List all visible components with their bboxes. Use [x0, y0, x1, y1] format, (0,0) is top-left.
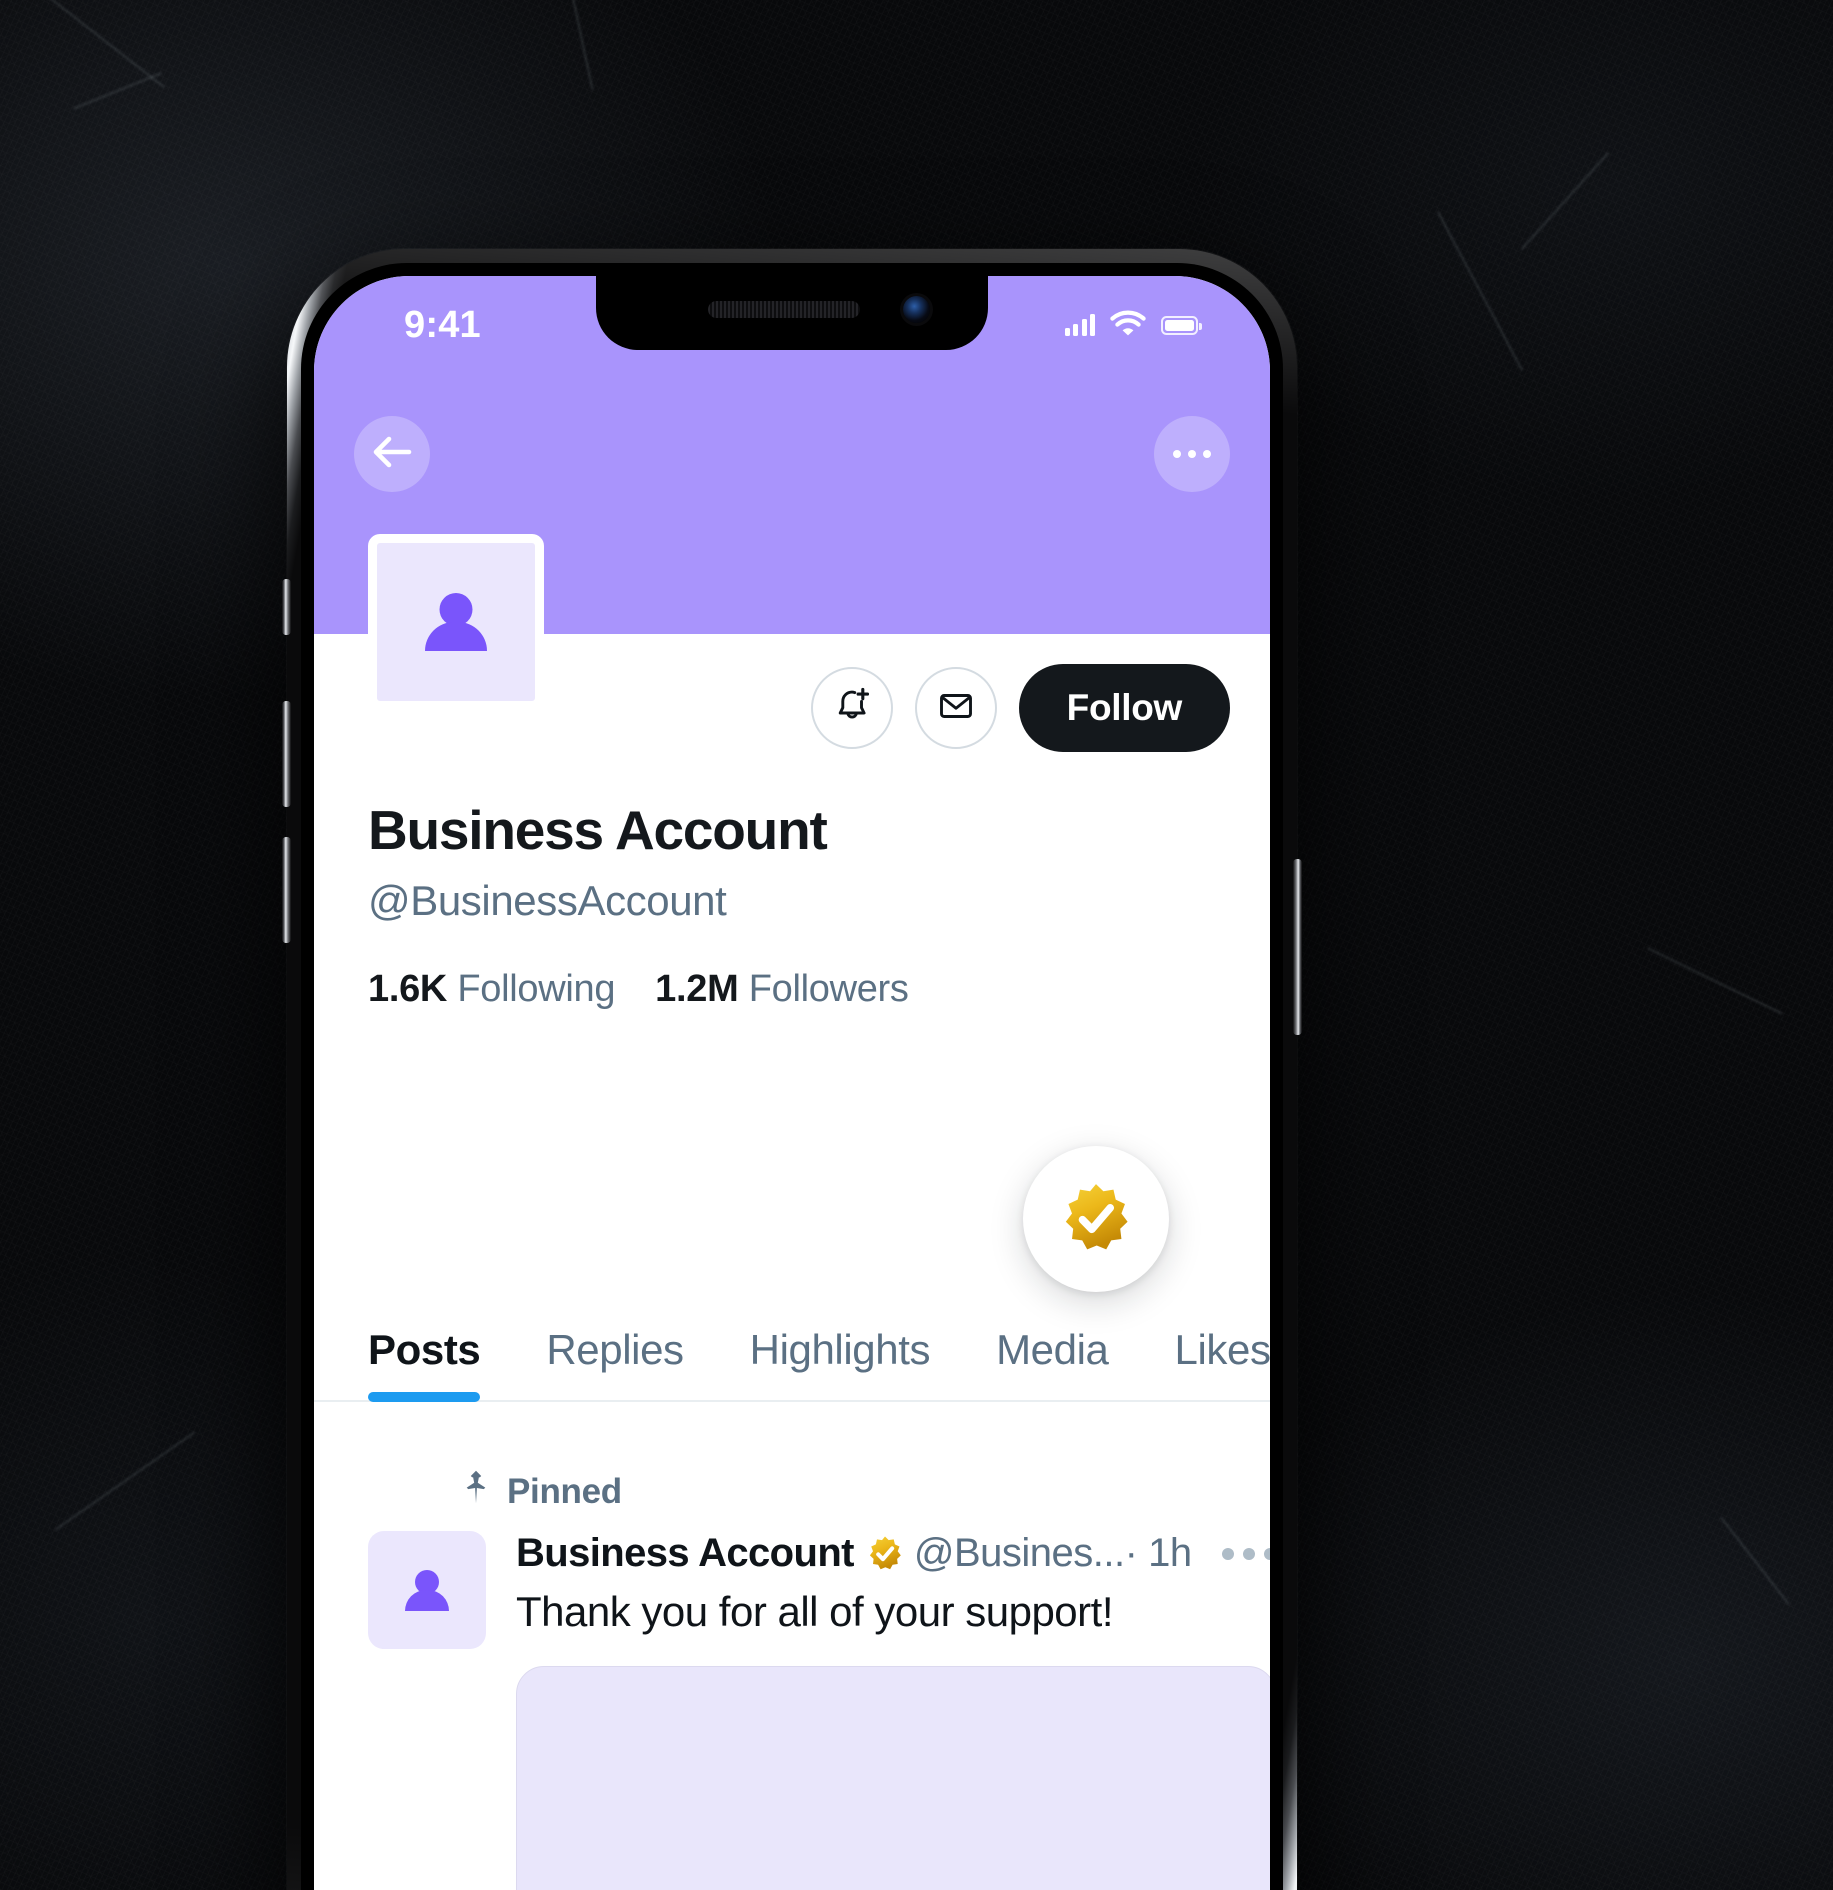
more-options-icon [1173, 450, 1211, 458]
profile-tabs: Posts Replies Highlights Media Likes [314, 1326, 1270, 1402]
post-more-options-icon[interactable] [1192, 1547, 1270, 1560]
post-timestamp: · 1h [1124, 1531, 1192, 1575]
more-options-button[interactable] [1154, 416, 1230, 492]
pin-icon [462, 1470, 490, 1513]
following-stat[interactable]: 1.6K Following [368, 968, 615, 1011]
tab-replies[interactable]: Replies [546, 1326, 684, 1400]
tab-posts[interactable]: Posts [368, 1326, 481, 1402]
gold-verified-badge-icon [1058, 1181, 1134, 1257]
profile-handle: @BusinessAccount [368, 877, 727, 924]
profile-action-buttons: Follow [810, 664, 1230, 752]
notch [596, 276, 988, 350]
pinned-label: Pinned [507, 1471, 622, 1511]
gold-verified-badge-icon [866, 1535, 904, 1573]
follow-button[interactable]: Follow [1018, 664, 1230, 752]
followers-label: Followers [748, 968, 909, 1010]
tab-highlights[interactable]: Highlights [750, 1326, 931, 1400]
silent-switch-button[interactable] [282, 579, 291, 635]
post-author-handle[interactable]: @Busines... [914, 1531, 1125, 1576]
following-label: Following [457, 968, 616, 1010]
message-button[interactable] [914, 667, 997, 749]
post[interactable]: Business Account @Busines... · 1h Thank … [314, 1521, 1270, 1890]
bell-add-icon [831, 685, 873, 732]
volume-up-button[interactable] [282, 701, 291, 807]
profile-stats: 1.6K Following 1.2M Followers [368, 968, 909, 1011]
post-body: Business Account @Busines... · 1h Thank … [486, 1531, 1270, 1890]
followers-count: 1.2M [655, 968, 739, 1010]
profile-avatar-placeholder-icon [425, 593, 487, 651]
notify-button[interactable] [810, 667, 893, 749]
post-author-name[interactable]: Business Account [516, 1531, 854, 1576]
post-media-placeholder[interactable] [516, 1666, 1270, 1890]
pinned-indicator: Pinned [314, 1436, 1270, 1521]
back-button[interactable] [354, 416, 430, 492]
post-avatar[interactable] [368, 1531, 486, 1649]
tab-media[interactable]: Media [996, 1326, 1109, 1400]
phone-screen: 9:41 Follow Business Account @BusinessAc… [314, 276, 1270, 1890]
volume-down-button[interactable] [282, 837, 291, 943]
profile-display-name: Business Account [368, 799, 828, 861]
tab-likes[interactable]: Likes [1175, 1326, 1271, 1400]
phone-bezel: 9:41 Follow Business Account @BusinessAc… [301, 263, 1283, 1890]
verified-badge-callout[interactable] [1023, 1146, 1169, 1292]
back-arrow-icon [372, 435, 412, 474]
earpiece-speaker-icon [708, 301, 860, 318]
post-avatar-placeholder-icon [405, 1569, 449, 1611]
feed: Pinned Business Account @Busines... · 1h… [314, 1436, 1270, 1890]
phone-device-frame: 9:41 Follow Business Account @BusinessAc… [282, 249, 1302, 1890]
profile-avatar[interactable] [368, 534, 544, 710]
post-text: Thank you for all of your support! [516, 1588, 1113, 1635]
post-meta: Business Account @Busines... · 1h [516, 1531, 1270, 1576]
followers-stat[interactable]: 1.2M Followers [655, 968, 909, 1011]
power-button[interactable] [1293, 859, 1302, 1035]
envelope-icon [935, 685, 977, 732]
following-count: 1.6K [368, 968, 448, 1010]
front-camera-icon [903, 296, 930, 323]
